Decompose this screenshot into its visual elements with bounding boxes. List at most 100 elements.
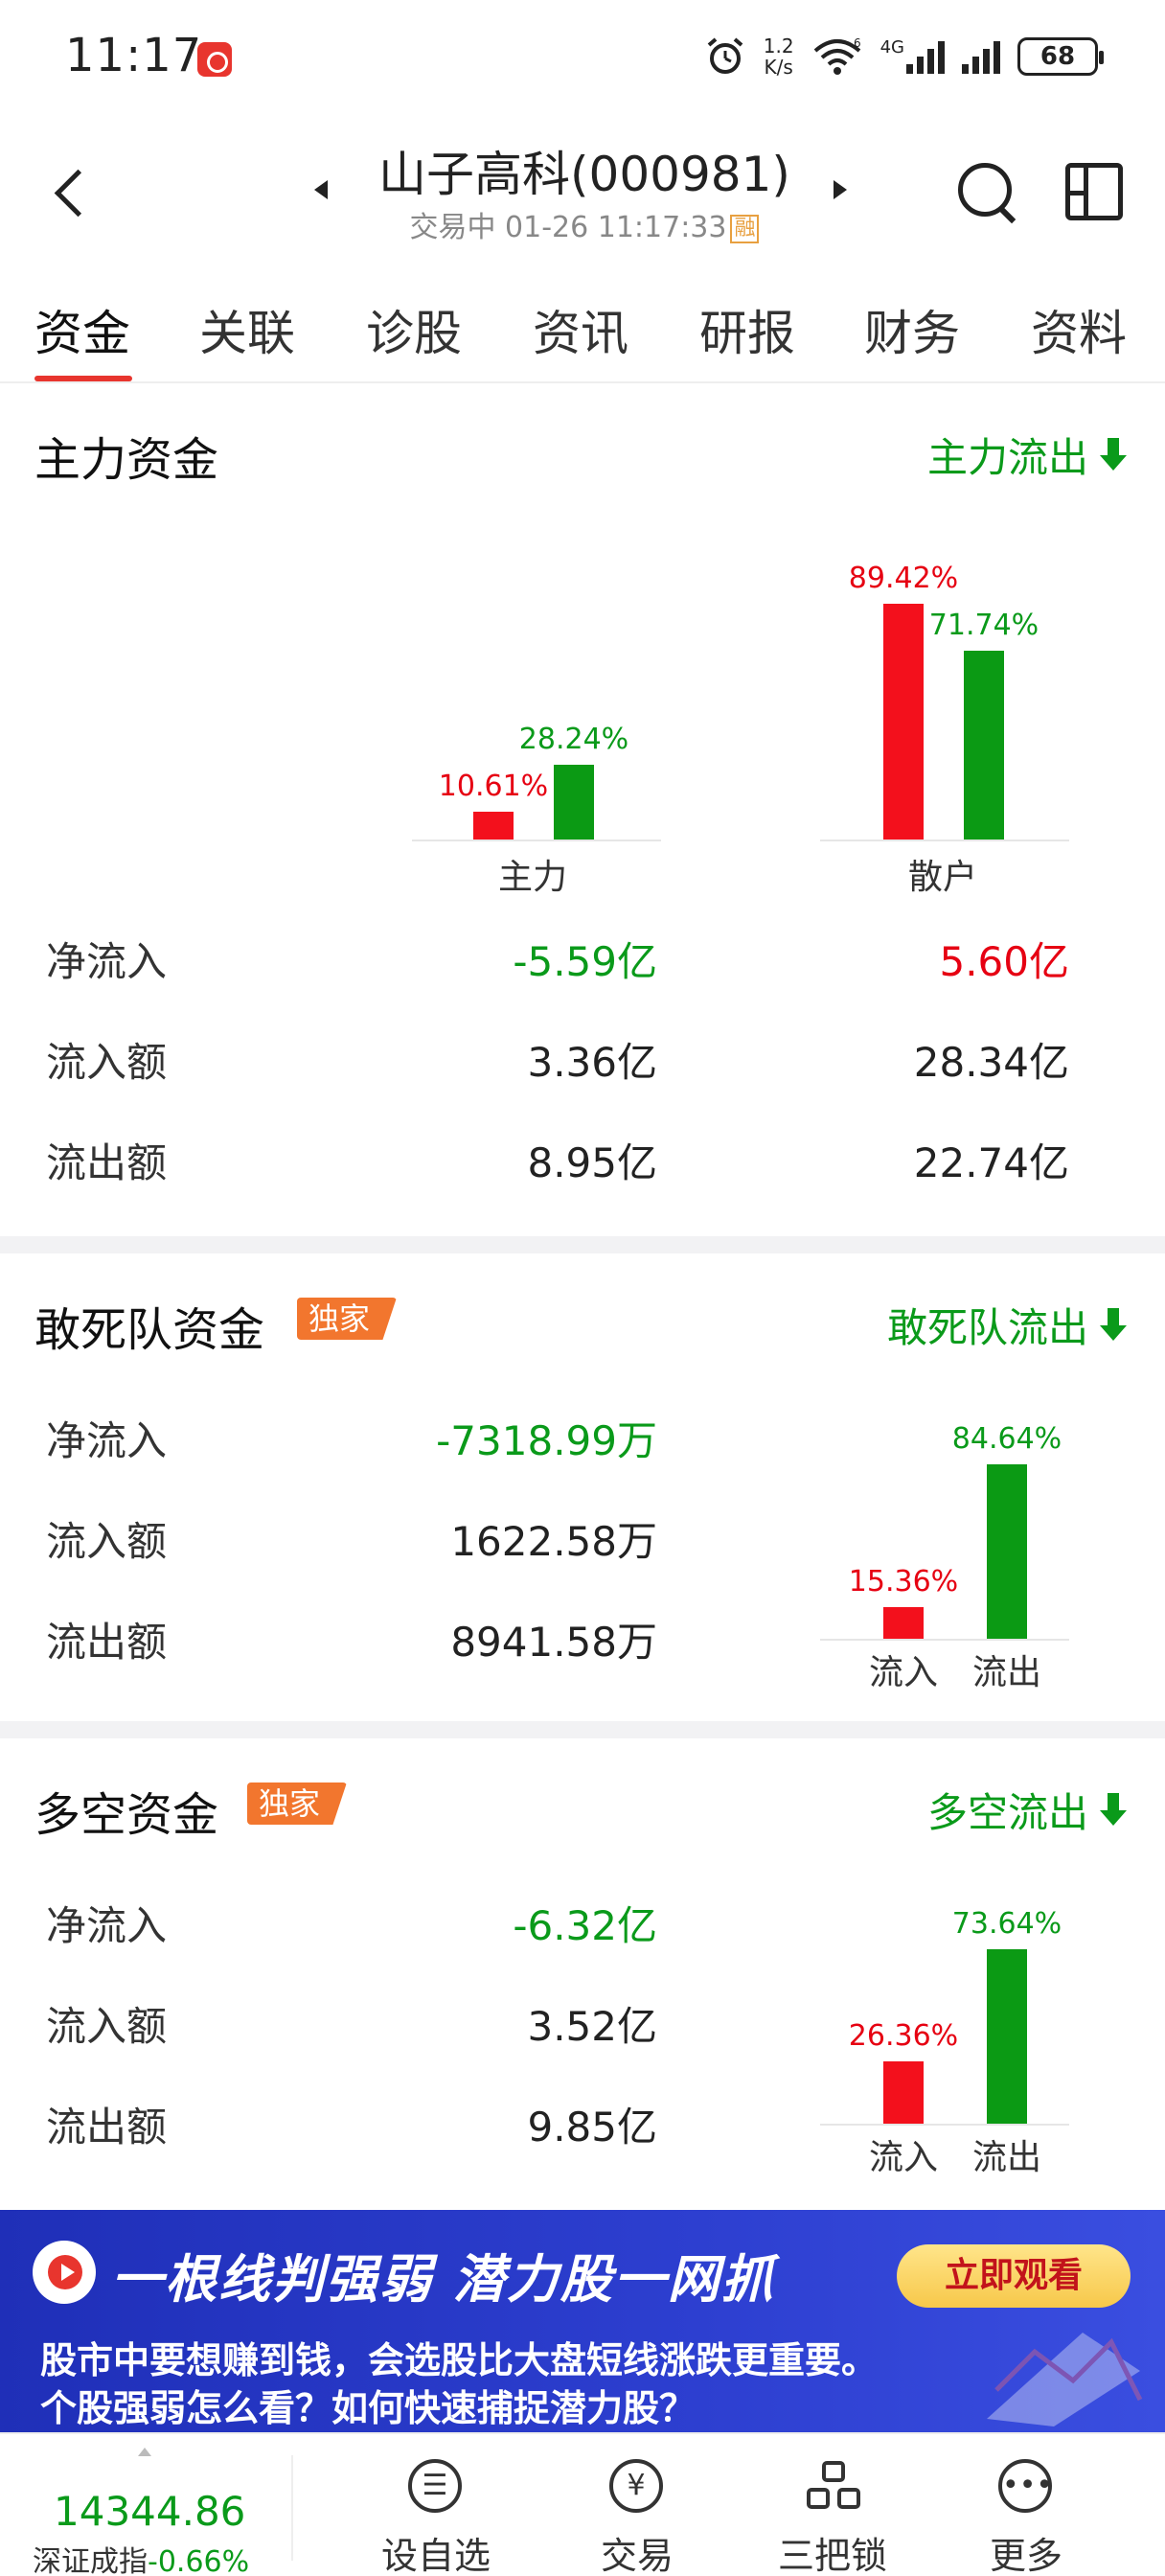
more-icon: ••• xyxy=(998,2459,1053,2513)
expand-caret-icon[interactable] xyxy=(138,2448,151,2456)
ls-net-inflow: -6.32亿 xyxy=(513,1902,657,1949)
index-name: 深证成指 xyxy=(33,2545,148,2576)
wifi-icon: 6 xyxy=(813,36,860,75)
stock-subtitle: 交易中 01-26 11:17:33 融 xyxy=(345,203,824,245)
margin-badge: 融 xyxy=(730,214,760,243)
status-time: 11:17 xyxy=(65,29,203,82)
row-label-inflow: 流入额 xyxy=(46,1039,168,1086)
tab-diagnosis[interactable]: 诊股 xyxy=(366,295,462,364)
retail-net-inflow: 5.60亿 xyxy=(939,938,1069,985)
banner-line-1: 股市中要想赚到钱，会选股比大盘短线涨跌更重要。 xyxy=(40,2339,879,2381)
chart-baseline xyxy=(820,840,1069,841)
category-label: 流入 xyxy=(868,2138,938,2177)
category-label: 流出 xyxy=(971,2138,1041,2177)
bar-value-label: 10.61% xyxy=(438,770,549,803)
nav-label: 设自选 xyxy=(380,2535,491,2576)
chart-baseline xyxy=(412,840,661,841)
back-button[interactable] xyxy=(48,159,96,226)
nav-three-locks[interactable]: 三把锁 xyxy=(761,2446,904,2576)
row-label-inflow: 流入额 xyxy=(46,1518,168,1565)
cell-signal-4g: 4G xyxy=(880,39,945,74)
tab-bar: 资金 关联 诊股 资讯 研报 财务 资料 xyxy=(0,288,1165,383)
battery-level: 68 xyxy=(1039,42,1076,71)
inflow-bar xyxy=(883,1607,924,1639)
index-value[interactable]: 14344.86 xyxy=(54,2488,245,2535)
status-icons: 1.2 K/s 6 4G 68 xyxy=(704,33,1104,80)
long-short-outflow-link[interactable]: 多空流出 xyxy=(927,1781,1127,1839)
trend-line-icon xyxy=(987,2333,1143,2426)
alarm-icon xyxy=(707,37,743,74)
network-speed-value: 1.2 xyxy=(763,34,794,58)
tab-related[interactable]: 关联 xyxy=(199,295,295,364)
banner-headline: 一根线判强弱 潜力股一网抓 xyxy=(111,2249,775,2310)
tab-profile[interactable]: 资料 xyxy=(1031,295,1127,364)
bar-value-label: 71.74% xyxy=(928,609,1039,642)
nav-label: 更多 xyxy=(989,2535,1062,2576)
bar-value-label: 84.64% xyxy=(951,1422,1062,1456)
main-inflow: 3.36亿 xyxy=(527,1039,657,1086)
nav-more[interactable]: ••• 更多 xyxy=(954,2446,1098,2576)
dare-inflow: 1622.58万 xyxy=(450,1518,657,1565)
exclusive-badge: 独家 xyxy=(247,1782,348,1825)
split-view-icon[interactable] xyxy=(1065,163,1123,220)
row-label-inflow: 流入额 xyxy=(46,2003,168,2050)
outflow-bar xyxy=(987,1949,1027,2124)
nav-trade[interactable]: ¥ 交易 xyxy=(565,2446,709,2576)
tab-research[interactable]: 研报 xyxy=(699,295,795,364)
exclusive-badge: 独家 xyxy=(297,1298,398,1340)
lock-group-icon xyxy=(807,2461,860,2509)
index-ticker[interactable]: 深证成指-0.66% xyxy=(33,2538,249,2576)
ls-outflow: 9.85亿 xyxy=(527,2104,657,2150)
yen-icon: ¥ xyxy=(609,2459,663,2513)
bottom-bar: 14344.86 深证成指-0.66% ☰ 设自选 ¥ 交易 三把锁 ••• 更… xyxy=(0,2432,1165,2576)
list-icon: ☰ xyxy=(408,2459,462,2513)
outflow-bar xyxy=(554,765,594,840)
network-speed: 1.2 K/s xyxy=(764,35,794,78)
section-divider xyxy=(0,1236,1165,1254)
long-short-title: 多空资金 xyxy=(34,1788,219,1842)
outflow-bar xyxy=(987,1464,1027,1639)
network-speed-unit: K/s xyxy=(764,56,793,79)
active-tab-indicator xyxy=(34,376,132,381)
inflow-bar xyxy=(883,2061,924,2124)
arrow-down-icon xyxy=(1100,437,1127,472)
bar-value-label: 89.42% xyxy=(848,562,959,595)
play-icon xyxy=(33,2241,96,2304)
section-divider xyxy=(0,1721,1165,1738)
row-label-net-inflow: 净流入 xyxy=(46,938,168,985)
stock-header: 山子高科(000981) 交易中 01-26 11:17:33 融 xyxy=(0,125,1165,259)
nav-label: 交易 xyxy=(600,2535,674,2576)
search-icon[interactable] xyxy=(954,159,1021,226)
chart-baseline xyxy=(820,2124,1069,2126)
tab-funds[interactable]: 资金 xyxy=(34,295,130,364)
nav-add-watchlist[interactable]: ☰ 设自选 xyxy=(364,2446,508,2576)
category-label: 流出 xyxy=(971,1653,1041,1692)
next-stock-arrow-icon[interactable] xyxy=(834,180,847,199)
retail-outflow: 22.74亿 xyxy=(913,1139,1069,1186)
main-force-outflow-link[interactable]: 主力流出 xyxy=(927,426,1127,484)
dare-to-die-outflow-label: 敢死队流出 xyxy=(886,1304,1088,1351)
tab-finance[interactable]: 财务 xyxy=(864,295,960,364)
network-type: 4G xyxy=(879,37,904,58)
bottom-separator xyxy=(291,2455,293,2561)
row-label-outflow: 流出额 xyxy=(46,2104,168,2150)
battery-indicator: 68 xyxy=(1017,37,1104,76)
tab-news[interactable]: 资讯 xyxy=(533,295,628,364)
dare-outflow: 8941.58万 xyxy=(450,1619,657,1666)
dare-to-die-outflow-link[interactable]: 敢死队流出 xyxy=(887,1296,1127,1354)
promo-banner[interactable]: 一根线判强弱 潜力股一网抓 立即观看 股市中要想赚到钱，会选股比大盘短线涨跌更重… xyxy=(0,2210,1165,2432)
chart-baseline xyxy=(820,1639,1069,1641)
category-label: 主力 xyxy=(497,858,567,897)
arrow-down-icon xyxy=(1100,1792,1127,1828)
watch-now-button[interactable]: 立即观看 xyxy=(897,2244,1131,2308)
trading-status: 交易中 01-26 11:17:33 xyxy=(409,211,727,244)
row-label-outflow: 流出额 xyxy=(46,1139,168,1186)
prev-stock-arrow-icon[interactable] xyxy=(314,180,328,199)
ls-inflow: 3.52亿 xyxy=(527,2003,657,2050)
app-notification-icon xyxy=(197,42,232,77)
nav-label: 三把锁 xyxy=(777,2535,887,2576)
row-label-outflow: 流出额 xyxy=(46,1619,168,1666)
outflow-bar xyxy=(964,651,1004,840)
row-label-net-inflow: 净流入 xyxy=(46,1902,168,1949)
retail-inflow: 28.34亿 xyxy=(913,1039,1069,1086)
